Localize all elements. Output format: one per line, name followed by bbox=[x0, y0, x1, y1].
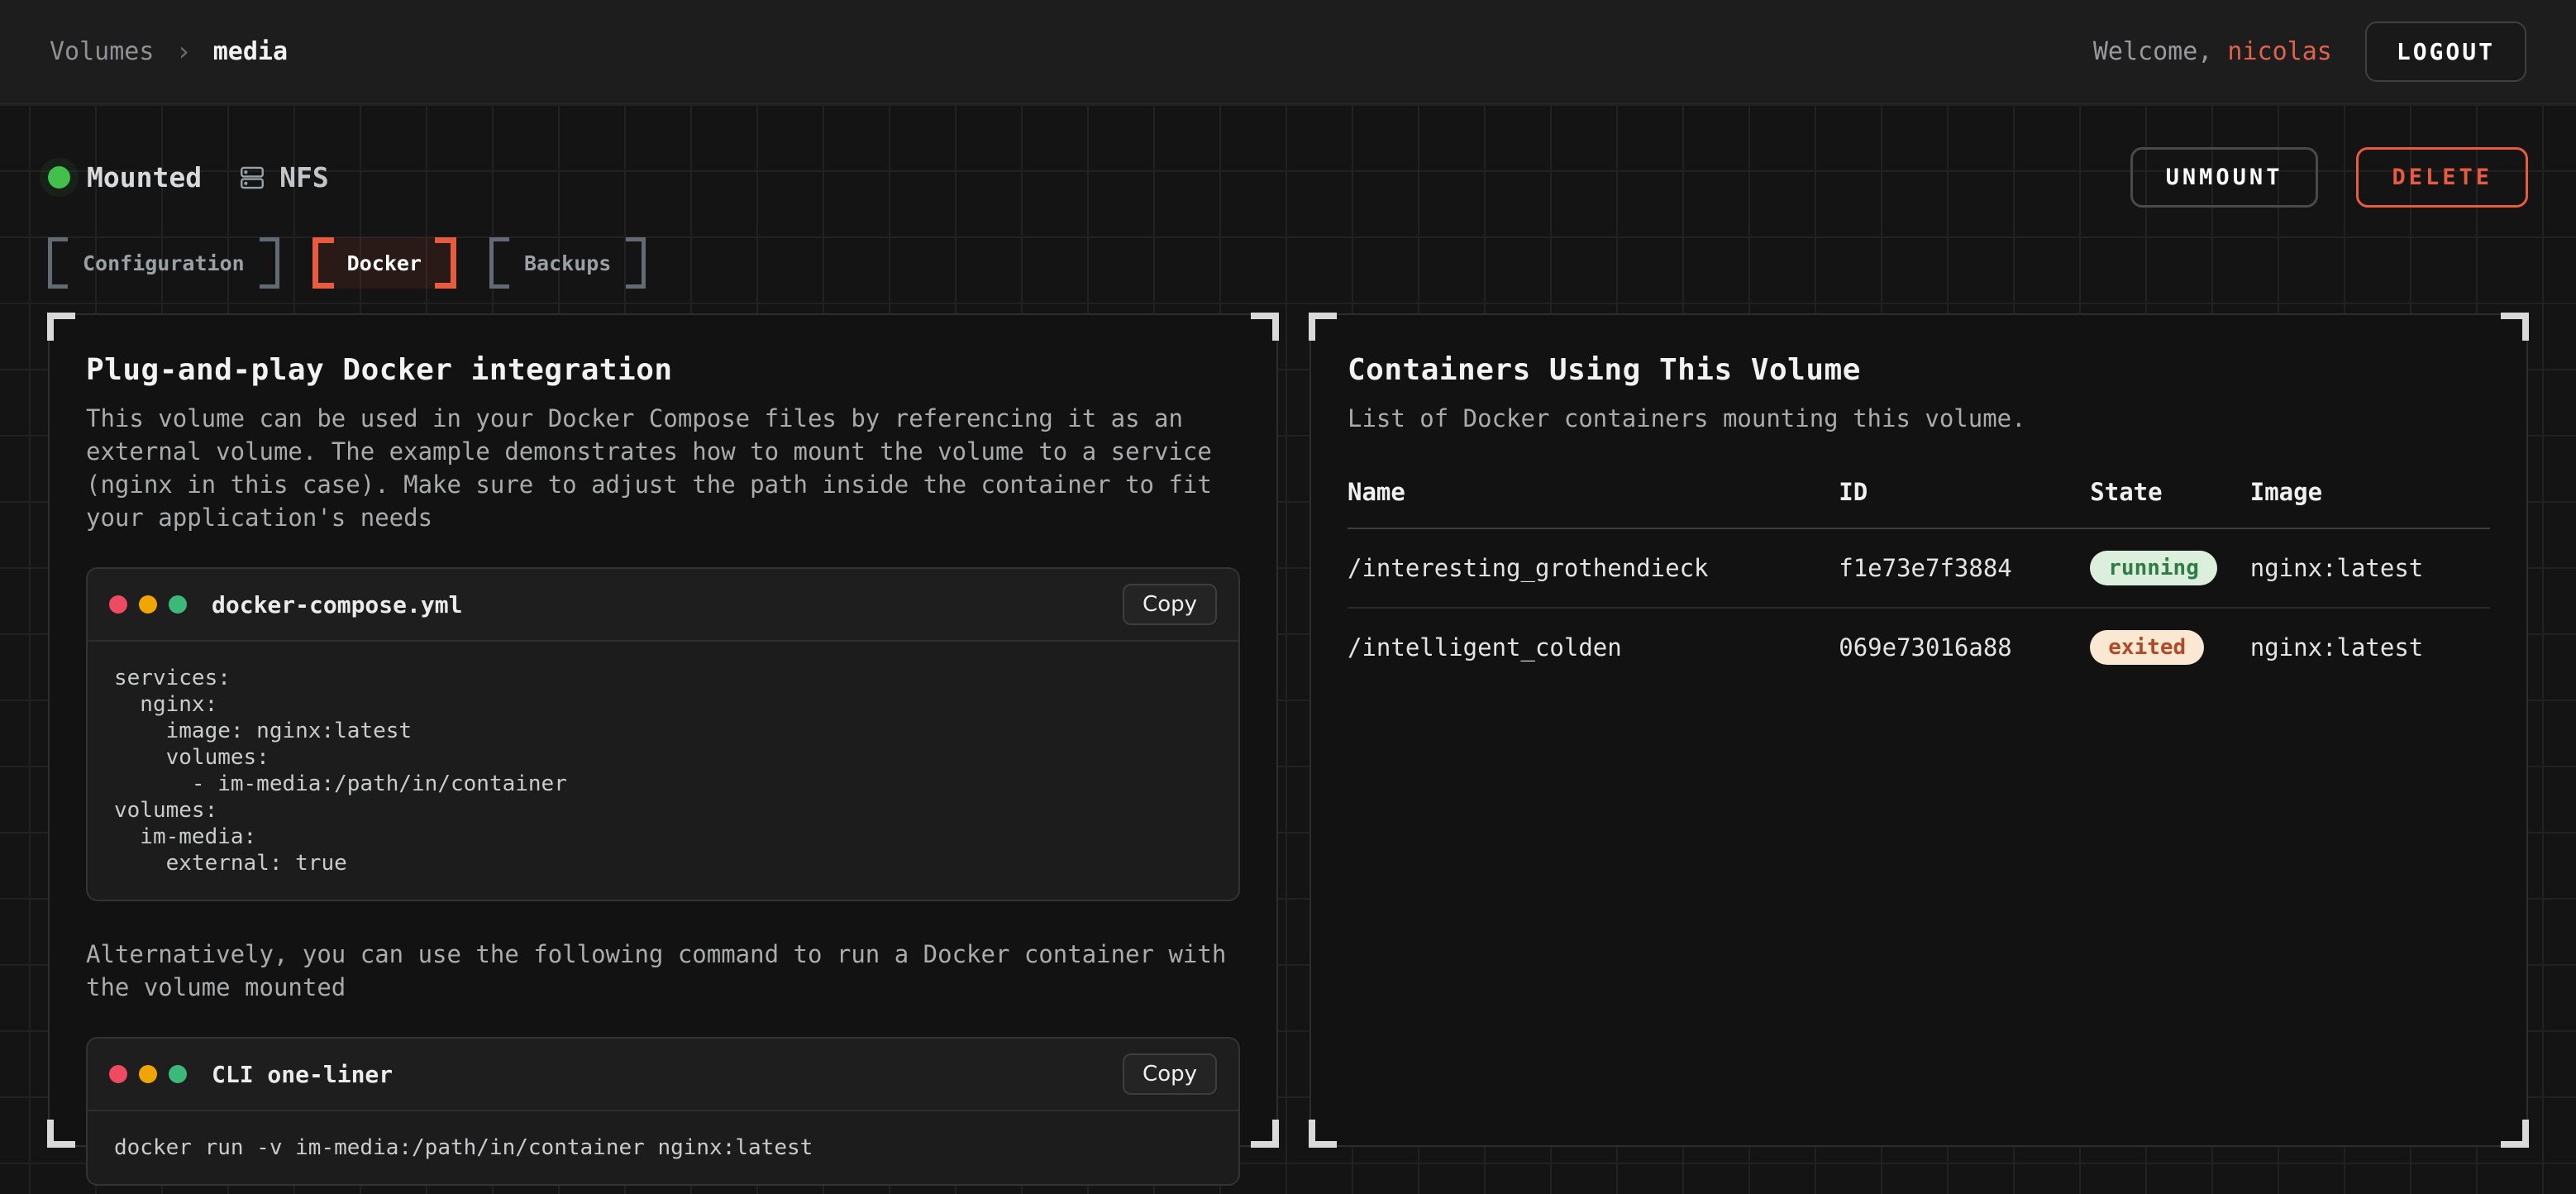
panel-corner-icon bbox=[1309, 1120, 1337, 1148]
cli-intro-text: Alternatively, you can use the following… bbox=[86, 938, 1240, 1004]
docker-integration-panel: Plug-and-play Docker integration This vo… bbox=[48, 313, 1278, 1147]
docker-panel-title: Plug-and-play Docker integration bbox=[86, 353, 1240, 387]
tab-backups[interactable]: Backups bbox=[489, 237, 646, 289]
window-dot-green-icon bbox=[169, 595, 187, 614]
window-dot-red-icon bbox=[109, 1065, 127, 1083]
panels: Plug-and-play Docker integration This vo… bbox=[48, 313, 2528, 1147]
server-icon bbox=[238, 164, 266, 192]
containers-table: NameIDStateImage /interesting_grothendie… bbox=[1348, 463, 2490, 686]
container-image-cell: nginx:latest bbox=[2250, 528, 2490, 608]
mount-status: Mounted bbox=[48, 161, 202, 193]
column-header-id: ID bbox=[1839, 463, 2090, 528]
panel-corner-icon bbox=[1309, 313, 1337, 341]
volume-type: NFS bbox=[238, 161, 329, 193]
status-actions: UNMOUNT DELETE bbox=[2130, 147, 2528, 208]
container-name-cell: /intelligent_colden bbox=[1348, 608, 1839, 686]
mounted-status-dot-icon bbox=[48, 166, 70, 189]
cli-title: CLI one-liner bbox=[212, 1061, 393, 1088]
welcome-prefix: Welcome, bbox=[2093, 37, 2228, 66]
panel-corner-icon bbox=[2501, 313, 2529, 341]
compose-code-header: docker-compose.yml Copy bbox=[88, 569, 1238, 642]
volume-type-label: NFS bbox=[279, 161, 329, 193]
status-left: Mounted NFS bbox=[48, 161, 329, 193]
window-dots bbox=[109, 595, 187, 614]
window-dot-red-icon bbox=[109, 595, 127, 614]
topbar: Volumes › media Welcome, nicolas LOGOUT bbox=[0, 0, 2576, 104]
container-row: /intelligent_colden069e73016a88exited ngi… bbox=[1348, 608, 2490, 686]
window-dot-amber-icon bbox=[139, 595, 157, 614]
container-id-cell: f1e73e7f3884 bbox=[1839, 528, 2090, 608]
window-dot-green-icon bbox=[169, 1065, 187, 1083]
breadcrumb-volumes-link[interactable]: Volumes bbox=[50, 37, 154, 66]
window-dot-amber-icon bbox=[139, 1065, 157, 1083]
mount-status-label: Mounted bbox=[87, 161, 202, 193]
container-id-cell: 069e73016a88 bbox=[1839, 608, 2090, 686]
containers-panel-title: Containers Using This Volume bbox=[1348, 353, 2490, 387]
state-badge: running bbox=[2090, 551, 2217, 585]
panel-corner-icon bbox=[2501, 1120, 2529, 1148]
unmount-button[interactable]: UNMOUNT bbox=[2130, 147, 2319, 208]
main-area: Mounted NFS UNMOUNT DELETE Configuration… bbox=[0, 104, 2576, 1194]
compose-code: services: nginx: image: nginx:latest vol… bbox=[88, 642, 1238, 900]
window-dots bbox=[109, 1065, 187, 1083]
container-name-cell: /interesting_grothendieck bbox=[1348, 528, 1839, 608]
panel-corner-icon bbox=[47, 313, 75, 341]
delete-button[interactable]: DELETE bbox=[2356, 147, 2528, 208]
compose-copy-button[interactable]: Copy bbox=[1123, 584, 1217, 625]
container-state-cell: running bbox=[2090, 528, 2249, 608]
containers-panel-description: List of Docker containers mounting this … bbox=[1348, 402, 2490, 435]
breadcrumb-current-volume: media bbox=[213, 37, 288, 66]
compose-filename: docker-compose.yml bbox=[212, 591, 462, 618]
containers-table-header-row: NameIDStateImage bbox=[1348, 463, 2490, 528]
state-badge: exited bbox=[2090, 630, 2204, 665]
status-row: Mounted NFS UNMOUNT DELETE bbox=[48, 104, 2528, 208]
docker-panel-description: This volume can be used in your Docker C… bbox=[86, 402, 1240, 534]
containers-table-body: /interesting_grothendieckf1e73e7f3884run… bbox=[1348, 528, 2490, 686]
topbar-right: Welcome, nicolas LOGOUT bbox=[2093, 21, 2526, 82]
column-header-state: State bbox=[2090, 463, 2249, 528]
panel-corner-icon bbox=[47, 1120, 75, 1148]
column-header-image: Image bbox=[2250, 463, 2490, 528]
container-row: /interesting_grothendieckf1e73e7f3884run… bbox=[1348, 528, 2490, 608]
cli-code-header: CLI one-liner Copy bbox=[88, 1039, 1238, 1111]
tab-configuration[interactable]: Configuration bbox=[48, 237, 279, 289]
container-state-cell: exited bbox=[2090, 608, 2249, 686]
column-header-name: Name bbox=[1348, 463, 1839, 528]
logout-button[interactable]: LOGOUT bbox=[2365, 21, 2526, 82]
username: nicolas bbox=[2227, 37, 2331, 66]
panel-corner-icon bbox=[1251, 313, 1279, 341]
cli-code-card: CLI one-liner Copy docker run -v im-medi… bbox=[86, 1037, 1240, 1186]
compose-code-card: docker-compose.yml Copy services: nginx:… bbox=[86, 567, 1240, 901]
container-image-cell: nginx:latest bbox=[2250, 608, 2490, 686]
cli-code: docker run -v im-media:/path/in/containe… bbox=[88, 1111, 1238, 1184]
containers-panel: Containers Using This Volume List of Doc… bbox=[1309, 313, 2528, 1147]
panel-corner-icon bbox=[1251, 1120, 1279, 1148]
welcome-text: Welcome, nicolas bbox=[2093, 37, 2332, 66]
breadcrumb-chevron-icon: › bbox=[175, 36, 191, 67]
tab-docker[interactable]: Docker bbox=[312, 237, 456, 289]
cli-copy-button[interactable]: Copy bbox=[1123, 1053, 1217, 1095]
tab-list: Configuration Docker Backups bbox=[48, 237, 2528, 289]
breadcrumb: Volumes › media bbox=[50, 36, 288, 67]
